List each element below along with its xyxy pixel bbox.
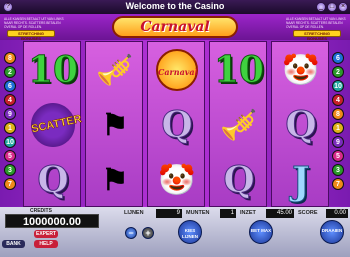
payline-markers-right: 6 2 10 4 8 1 9 5 3 7 <box>332 52 346 192</box>
title-bar: ? Welcome to the Casino _ □ × <box>0 0 350 14</box>
flag-icon: ⚑ <box>101 163 129 197</box>
credits-display: 1000000.00 <box>5 214 99 228</box>
reel-cell: Q <box>150 100 204 150</box>
payline-left-marker[interactable]: 10 <box>4 136 16 148</box>
help-button[interactable]: HELP <box>34 240 58 248</box>
flag-icon: ⚑ <box>101 108 129 142</box>
window-title: Welcome to the Casino <box>125 1 225 11</box>
spin-button[interactable]: DRAAIEN <box>320 220 344 244</box>
bonus-tag-left: STRETCHING BONUSES <box>7 30 55 41</box>
trumpet-icon: 🎺 <box>220 108 258 142</box>
coins-label: MUNTEN <box>186 210 210 216</box>
reel-3: Carnaval Q 🤡 <box>147 41 205 207</box>
coin-increase-button[interactable]: + <box>142 227 154 239</box>
score-field: SCORE 0.00 <box>296 209 348 218</box>
payline-left-marker[interactable]: 9 <box>4 108 16 120</box>
bank-button[interactable]: BANK <box>2 240 25 248</box>
reel-cell: 🤡 <box>150 155 204 205</box>
payline-right-marker[interactable]: 9 <box>332 136 344 148</box>
scatter-symbol: SCATTER <box>26 98 83 152</box>
reel-cell: ⚑ <box>88 155 142 205</box>
reel-cell: 10 <box>212 45 266 95</box>
control-panel: CREDITS 1000000.00 EXPERT BANK HELP LIJN… <box>0 207 350 257</box>
payline-right-marker[interactable]: 3 <box>332 164 344 176</box>
coins-value: 1 <box>220 209 236 218</box>
carnaval-logo-symbol: Carnaval <box>156 49 198 91</box>
bonus-tag-right: STRETCHING BONUSES <box>293 30 341 41</box>
bet-value: 45.00 <box>266 209 294 218</box>
payline-right-marker[interactable]: 6 <box>332 52 344 64</box>
clown-icon: 🤡 <box>158 163 196 197</box>
reel-cell: SCATTER <box>26 98 83 152</box>
top-banner: ALLE KANSEN BETAALT UIT VAN LINKS NAAR R… <box>0 14 350 41</box>
expert-button[interactable]: EXPERT <box>34 230 58 238</box>
reel-cell: Q <box>212 155 266 205</box>
payline-left-marker[interactable]: 5 <box>4 150 16 162</box>
lines-field: LIJNEN 9 <box>122 209 182 218</box>
trumpet-icon: 🎺 <box>96 53 134 87</box>
bet-max-button[interactable]: BET MAX <box>249 220 273 244</box>
queen-symbol: Q <box>161 104 193 147</box>
payline-right-marker[interactable]: 4 <box>332 94 344 106</box>
reel-1: 10 SCATTER Q <box>23 41 83 207</box>
queen-symbol: Q <box>285 104 317 147</box>
bet-field: INZET 45.00 <box>238 209 294 218</box>
reel-cell: 10 <box>26 45 80 95</box>
payline-left-marker[interactable]: 2 <box>4 66 16 78</box>
payline-right-marker[interactable]: 8 <box>332 108 344 120</box>
reel-cell: J <box>274 155 328 205</box>
rules-text-right: ALLE KANSEN BETAALT UIT VAN LINKS NAAR R… <box>286 17 346 29</box>
payline-left-marker[interactable]: 7 <box>4 178 16 190</box>
payline-left-marker[interactable]: 6 <box>4 80 16 92</box>
score-label: SCORE <box>298 210 318 216</box>
reel-area: 10 SCATTER Q 🎺 ⚑ ⚑ Carnaval Q 🤡 10 🎺 Q 🤡 Q J <box>21 41 329 207</box>
payline-right-marker[interactable]: 1 <box>332 122 344 134</box>
reel-5: 🤡 Q J <box>271 41 329 207</box>
rules-text-left: ALLE KANSEN BETAALT UIT VAN LINKS NAAR R… <box>4 17 64 29</box>
jack-symbol: J <box>292 157 311 203</box>
payline-right-marker[interactable]: 7 <box>332 178 344 190</box>
reel-cell: 🎺 <box>212 100 266 150</box>
minimize-icon[interactable]: _ <box>316 2 326 12</box>
bet-info-row: LIJNEN 9 MUNTEN 1 INZET 45.00 SCORE 0.00 <box>122 209 348 218</box>
maximize-icon[interactable]: □ <box>327 2 337 12</box>
reel-cell: 🎺 <box>88 45 142 95</box>
score-value: 0.00 <box>326 209 348 218</box>
payline-right-marker[interactable]: 2 <box>332 66 344 78</box>
coin-decrease-button[interactable]: − <box>125 227 137 239</box>
lines-value: 9 <box>156 209 182 218</box>
payline-markers-left: 8 2 6 4 9 1 10 5 3 7 <box>4 52 18 192</box>
choose-lines-button[interactable]: KIES LIJNEN <box>178 220 202 244</box>
close-icon[interactable]: × <box>338 2 348 12</box>
payline-right-marker[interactable]: 5 <box>332 150 344 162</box>
reel-4: 10 🎺 Q <box>209 41 267 207</box>
payline-left-marker[interactable]: 1 <box>4 122 16 134</box>
ten-symbol: 10 <box>213 49 265 92</box>
reel-2: 🎺 ⚑ ⚑ <box>85 41 143 207</box>
slot-cabinet: ALLE KANSEN BETAALT UIT VAN LINKS NAAR R… <box>0 14 350 207</box>
lines-label: LIJNEN <box>124 210 144 216</box>
reel-cell: Carnaval <box>150 45 204 95</box>
queen-symbol: Q <box>37 159 69 202</box>
payline-left-marker[interactable]: 3 <box>4 164 16 176</box>
reel-cell: ⚑ <box>88 100 142 150</box>
payline-left-marker[interactable]: 4 <box>4 94 16 106</box>
payline-right-marker[interactable]: 10 <box>332 80 344 92</box>
ten-symbol: 10 <box>27 49 79 92</box>
bet-label: INZET <box>240 210 256 216</box>
reel-cell: 🤡 <box>274 45 328 95</box>
coins-field: MUNTEN 1 <box>184 209 236 218</box>
game-logo: Carnaval <box>112 16 238 38</box>
payline-left-marker[interactable]: 8 <box>4 52 16 64</box>
reel-cell: Q <box>26 155 80 205</box>
queen-symbol: Q <box>223 159 255 202</box>
reel-cell: Q <box>274 100 328 150</box>
clown-icon: 🤡 <box>282 53 320 87</box>
